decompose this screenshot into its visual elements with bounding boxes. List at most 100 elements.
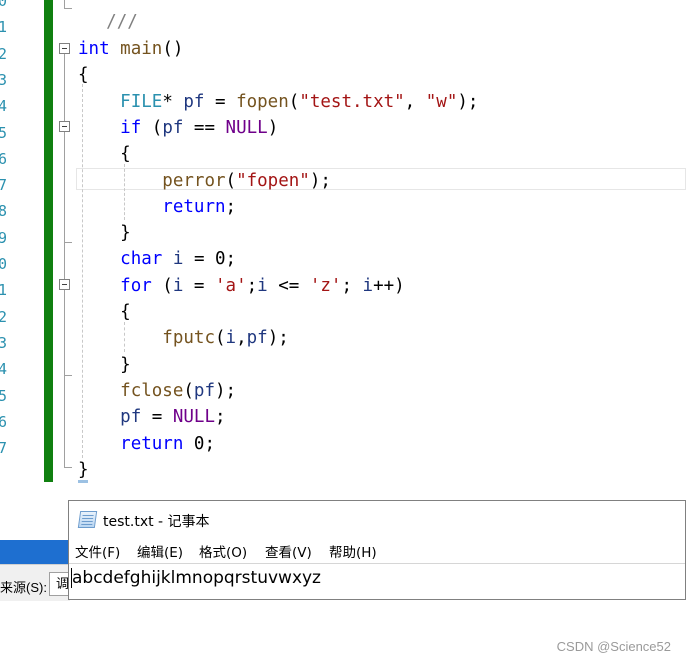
code-token: return [162,196,226,217]
menu-file[interactable]: 文件(F) [75,541,120,561]
notepad-window[interactable]: test.txt - 记事本 文件(F) 编辑(E) 格式(O) 查看(V) 帮… [68,500,686,654]
code-line[interactable]: return 0; [78,434,215,454]
code-line[interactable]: for (i = 'a';i <= 'z'; i++) [78,276,405,296]
code-token: ; [225,196,237,217]
line-number: 7 [0,439,7,458]
line-number: 8 [0,202,7,221]
code-token: , [236,328,247,349]
menu-help[interactable]: 帮助(H) [329,541,377,561]
code-token: == [183,117,226,138]
code-token: ); [215,380,237,401]
code-token: i [172,275,184,296]
code-token: "fopen" [236,170,310,191]
line-number: 3 [0,70,7,89]
code-token: { [78,65,89,86]
code-token: FILE [120,91,163,112]
menu-edit[interactable]: 编辑(E) [137,541,183,561]
ide-status-bar [0,540,70,564]
notepad-content: abcdefghijklmnopqrstuvwxyz [72,568,321,588]
code-token: , [404,91,426,112]
code-token: ( [151,275,173,296]
notepad-titlebar[interactable]: test.txt - 记事本 [69,501,685,537]
code-line[interactable]: char i = 0; [78,249,236,269]
line-number: 4 [0,97,7,116]
code-editor[interactable]: 012345678901234567 /// int main(){ FILE*… [0,0,686,483]
fold-tick-if [64,242,72,243]
code-token: 'z' [309,275,342,296]
line-number: 5 [0,386,7,405]
fold-line-if [64,132,65,242]
code-line[interactable]: } [78,460,89,480]
code-line[interactable]: FILE* pf = fopen("test.txt", "w"); [78,92,478,112]
code-token: = 0; [183,249,237,270]
line-number: 1 [0,281,7,300]
code-line[interactable]: pf = NULL; [78,407,226,428]
code-token: pf [162,117,184,138]
code-line[interactable]: } [78,223,131,243]
line-number: 2 [0,307,7,326]
code-token: i [362,275,374,296]
line-number: 2 [0,44,7,63]
code-token: main [120,39,163,59]
line-number: 5 [0,123,7,142]
fold-toggle-main[interactable] [59,43,70,54]
code-token: NULL [225,117,268,138]
code-token: ( [288,91,300,112]
code-token: ( [214,328,226,349]
code-token: } [78,354,131,375]
code-token: = [141,407,173,428]
code-token: ++) [373,275,405,296]
code-token: ; [246,275,258,296]
fold-tick-top [64,8,72,9]
code-token: return [120,433,184,454]
code-line[interactable]: return; [78,197,236,217]
code-line[interactable]: } [78,355,131,375]
watermark: CSDN @Science52 [556,639,671,654]
code-token: i [257,275,268,296]
line-number: 9 [0,228,7,247]
menu-format[interactable]: 格式(O) [199,541,247,561]
code-token: "w" [425,91,458,112]
code-line[interactable]: { [78,302,131,322]
code-line[interactable]: { [78,144,131,164]
notepad-menubar: 文件(F) 编辑(E) 格式(O) 查看(V) 帮助(H) [69,539,685,563]
line-number: 6 [0,149,7,168]
code-token: ); [267,328,289,349]
indent-guide-1 [82,84,83,458]
code-token: for [120,275,152,296]
code-token: { [78,302,131,322]
code-token: fopen [236,91,289,112]
code-token: ( [183,380,194,401]
code-token: ); [457,91,479,112]
fold-toggle-for[interactable] [59,279,70,290]
fold-line-main [64,54,65,467]
code-token: pf [120,407,142,428]
output-source-label: 来源(S): [0,580,47,595]
code-token: ); [309,170,331,191]
code-line[interactable]: perror("fopen"); [78,171,331,191]
code-token: ; [215,407,226,428]
line-number: 3 [0,333,7,352]
code-line[interactable]: int main() [78,39,183,59]
fold-tick-main [64,467,72,468]
code-line[interactable]: { [78,65,89,85]
fold-line-top [64,0,65,8]
fold-line-for [64,290,65,375]
notepad-text-area[interactable]: abcdefghijklmnopqrstuvwxyz CSDN @Science… [69,563,685,654]
code-line[interactable]: if (pf == NULL) [78,118,278,138]
notepad-icon [77,511,98,528]
code-token: = [183,275,215,296]
comment-fragment: /// [106,12,138,32]
code-token: 'a' [215,275,247,296]
menu-view[interactable]: 查看(V) [265,541,312,561]
code-line[interactable]: fclose(pf); [78,381,236,401]
fold-toggle-if[interactable] [59,121,70,132]
code-line[interactable]: fputc(i,pf); [78,328,289,349]
